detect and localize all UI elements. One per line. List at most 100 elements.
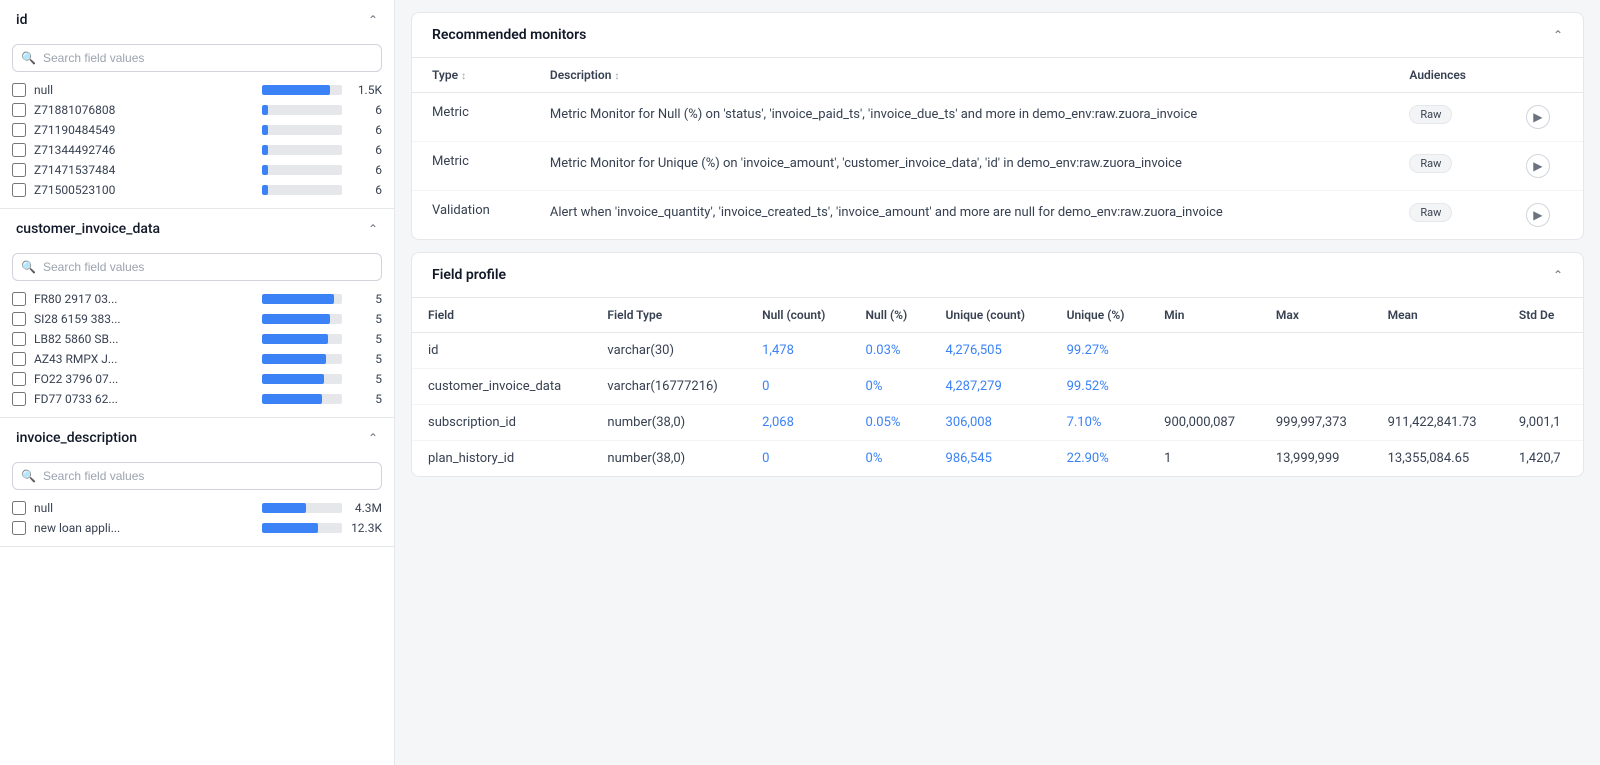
field-value-link[interactable]: 0% xyxy=(866,379,883,394)
filter-checkbox[interactable] xyxy=(12,372,26,386)
field-profile-cell[interactable]: 99.52% xyxy=(1051,369,1149,405)
bar-fill xyxy=(262,145,268,155)
field-value-link[interactable]: 4,287,279 xyxy=(946,379,1002,394)
filter-count: 5 xyxy=(350,312,382,326)
field-value-link[interactable]: 0% xyxy=(866,451,883,466)
field-profile-cell[interactable]: 99.27% xyxy=(1051,333,1149,369)
bar-fill xyxy=(262,374,324,384)
field-profile-cell[interactable]: 2,068 xyxy=(746,405,849,441)
field-profile-cell[interactable]: 7.10% xyxy=(1051,405,1149,441)
filter-item: Z715005231006 xyxy=(0,180,394,200)
field-profile-cell[interactable]: 986,545 xyxy=(930,441,1051,477)
field-value-link[interactable]: 986,545 xyxy=(946,451,992,466)
field-value-link[interactable]: 4,276,505 xyxy=(946,343,1002,358)
monitor-action[interactable]: ▶ xyxy=(1506,191,1583,240)
monitor-type: Metric xyxy=(412,142,530,191)
monitor-row: Metric Metric Monitor for Null (%) on 's… xyxy=(412,93,1583,142)
bar-fill xyxy=(262,105,268,115)
filter-checkbox[interactable] xyxy=(12,123,26,137)
field-profile-cell[interactable]: 0% xyxy=(850,369,930,405)
search-icon: 🔍 xyxy=(21,51,36,65)
filter-checkbox[interactable] xyxy=(12,312,26,326)
filter-item: Z714715374846 xyxy=(0,160,394,180)
field-profile-cell: 1 xyxy=(1148,441,1260,477)
search-input-invoice_description[interactable] xyxy=(12,462,382,490)
recommended-monitors-title: Recommended monitors xyxy=(432,27,586,43)
filter-checkbox[interactable] xyxy=(12,521,26,535)
field-value-link[interactable]: 1,478 xyxy=(762,343,794,358)
field-profile-cell[interactable]: 22.90% xyxy=(1051,441,1149,477)
field-value-link[interactable]: 99.27% xyxy=(1067,343,1109,358)
filter-item: AZ43 RMPX J...5 xyxy=(0,349,394,369)
bar-fill xyxy=(262,185,268,195)
field-value-link[interactable]: 22.90% xyxy=(1067,451,1109,466)
fp-col-header: Field Type xyxy=(591,298,746,333)
field-value-link[interactable]: 0 xyxy=(762,451,769,466)
field-profile-cell xyxy=(1260,333,1372,369)
monitor-action[interactable]: ▶ xyxy=(1506,93,1583,142)
field-value-link[interactable]: 0.03% xyxy=(866,343,901,358)
filter-checkbox[interactable] xyxy=(12,163,26,177)
filter-checkbox[interactable] xyxy=(12,292,26,306)
filter-item-label: Z71500523100 xyxy=(34,183,254,197)
search-input-id[interactable] xyxy=(12,44,382,72)
monitor-navigate-btn[interactable]: ▶ xyxy=(1526,105,1550,129)
filter-header-id[interactable]: id ⌃ xyxy=(0,0,394,40)
field-value-link[interactable]: 0 xyxy=(762,379,769,394)
bar-fill xyxy=(262,165,268,175)
field-profile-cell[interactable]: 0.03% xyxy=(850,333,930,369)
field-profile-cell[interactable]: 0% xyxy=(850,441,930,477)
filter-item: FO22 3796 07...5 xyxy=(0,369,394,389)
bar-fill xyxy=(262,85,330,95)
filter-title-id: id xyxy=(16,12,27,28)
filter-item-label: new loan appli... xyxy=(34,521,254,535)
field-value-link[interactable]: 99.52% xyxy=(1067,379,1109,394)
monitor-navigate-btn[interactable]: ▶ xyxy=(1526,203,1550,227)
field-profile-cell[interactable]: 306,008 xyxy=(930,405,1051,441)
filter-checkbox[interactable] xyxy=(12,501,26,515)
search-icon: 🔍 xyxy=(21,469,36,483)
col-description: Description ↕ xyxy=(530,58,1390,93)
field-profile-cell[interactable]: 1,478 xyxy=(746,333,849,369)
field-profile-cell[interactable]: 0.05% xyxy=(850,405,930,441)
filter-checkbox[interactable] xyxy=(12,143,26,157)
filter-item-label: AZ43 RMPX J... xyxy=(34,352,254,366)
monitor-audience: Raw xyxy=(1389,93,1505,142)
field-profile-cell[interactable]: 4,276,505 xyxy=(930,333,1051,369)
field-value-link[interactable]: 0.05% xyxy=(866,415,901,430)
chevron-up-icon: ⌃ xyxy=(1553,28,1563,42)
filter-header-invoice_description[interactable]: invoice_description ⌃ xyxy=(0,418,394,458)
filter-checkbox[interactable] xyxy=(12,332,26,346)
filter-item-label: null xyxy=(34,83,254,97)
filter-checkbox[interactable] xyxy=(12,352,26,366)
filter-checkbox[interactable] xyxy=(12,83,26,97)
field-profile-cell[interactable]: 0 xyxy=(746,369,849,405)
monitor-audience: Raw xyxy=(1389,191,1505,240)
search-box-customer_invoice_data: 🔍 xyxy=(12,253,382,281)
filter-item-label: SI28 6159 383... xyxy=(34,312,254,326)
field-profile-cell[interactable]: 4,287,279 xyxy=(930,369,1051,405)
bar-fill xyxy=(262,334,328,344)
monitor-navigate-btn[interactable]: ▶ xyxy=(1526,154,1550,178)
fp-col-header: Min xyxy=(1148,298,1260,333)
field-profile-cell xyxy=(1148,333,1260,369)
field-profile-cell[interactable]: 0 xyxy=(746,441,849,477)
filter-header-customer_invoice_data[interactable]: customer_invoice_data ⌃ xyxy=(0,209,394,249)
filter-checkbox[interactable] xyxy=(12,392,26,406)
bar-container xyxy=(262,85,342,95)
bar-container xyxy=(262,354,342,364)
field-value-link[interactable]: 306,008 xyxy=(946,415,992,430)
field-profile-title: Field profile xyxy=(432,267,506,283)
field-value-link[interactable]: 7.10% xyxy=(1067,415,1102,430)
field-value-link[interactable]: 2,068 xyxy=(762,415,794,430)
search-input-customer_invoice_data[interactable] xyxy=(12,253,382,281)
monitor-action[interactable]: ▶ xyxy=(1506,142,1583,191)
filter-checkbox[interactable] xyxy=(12,183,26,197)
filter-item-label: null xyxy=(34,501,254,515)
filter-checkbox[interactable] xyxy=(12,103,26,117)
fp-col-header: Unique (%) xyxy=(1051,298,1149,333)
filter-section-customer_invoice_data: customer_invoice_data ⌃ 🔍 FR80 2917 03..… xyxy=(0,209,394,418)
chevron-up-icon: ⌃ xyxy=(368,222,378,236)
field-profile-cell: plan_history_id xyxy=(412,441,591,477)
filter-item-label: FR80 2917 03... xyxy=(34,292,254,306)
